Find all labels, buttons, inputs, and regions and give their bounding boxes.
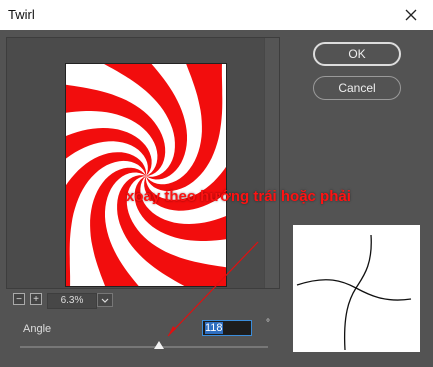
zoom-dropdown[interactable]: [97, 293, 113, 307]
twirl-shape-icon: [296, 234, 412, 351]
close-button[interactable]: [389, 0, 433, 30]
twirl-shape-preview: [293, 225, 420, 352]
close-icon: [405, 9, 417, 21]
angle-slider-thumb[interactable]: [153, 341, 164, 349]
zoom-level[interactable]: 6.3%: [47, 293, 97, 309]
annotation-text: xoay theo hướng trái hoặc phải: [126, 188, 351, 205]
title-bar: Twirl: [0, 0, 433, 30]
angle-label: Angle: [23, 323, 52, 335]
preview-panel[interactable]: [6, 37, 280, 289]
window-title: Twirl: [8, 7, 35, 22]
angle-value: 118: [205, 322, 223, 334]
zoom-out-button[interactable]: −: [13, 293, 25, 305]
preview-scrollbar[interactable]: [264, 38, 279, 288]
zoom-in-button[interactable]: +: [30, 293, 42, 305]
ok-button[interactable]: OK: [313, 42, 401, 66]
red-white-swirl-image: [66, 64, 226, 286]
degree-unit: °: [266, 318, 270, 329]
preview-image[interactable]: [65, 63, 227, 287]
angle-slider-track[interactable]: [20, 346, 268, 348]
cancel-button[interactable]: Cancel: [313, 76, 401, 100]
twirl-dialog: − + 6.3% OK Cancel Angle 118 ° xoay theo…: [0, 30, 433, 367]
angle-input[interactable]: 118: [202, 320, 252, 336]
chevron-down-icon: [101, 298, 109, 303]
